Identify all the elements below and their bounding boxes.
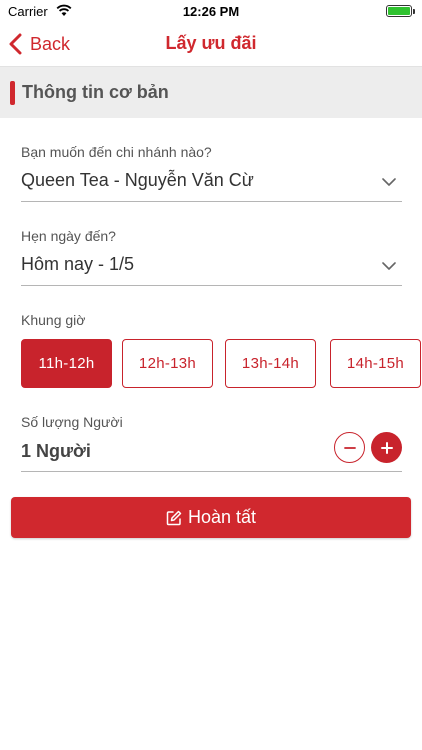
decrease-quantity-button[interactable]	[334, 432, 365, 463]
time-slot-button[interactable]: 14h-15h	[330, 339, 421, 388]
page-title: Lấy ưu đãi	[165, 33, 257, 53]
battery-icon	[386, 5, 415, 17]
branch-select[interactable]: Bạn muốn đến chi nhánh nào? Queen Tea - …	[21, 144, 402, 202]
branch-value: Queen Tea - Nguyễn Văn Cừ	[21, 170, 254, 190]
minus-icon	[343, 446, 356, 449]
navigation-bar: Back Lấy ưu đãi	[0, 22, 422, 66]
time-slot-label: Khung giờ	[21, 312, 86, 328]
status-bar: Carrier 12:26 PM	[0, 0, 422, 22]
time-slot-button[interactable]: 11h-12h	[21, 339, 112, 388]
edit-icon	[166, 510, 182, 525]
chevron-down-icon[interactable]	[382, 262, 396, 271]
complete-button-label: Hoàn tất	[187, 507, 257, 527]
section-accent-bar	[10, 81, 15, 105]
status-time: 12:26 PM	[182, 4, 240, 19]
section-header: Thông tin cơ bản	[0, 66, 422, 118]
chevron-down-icon[interactable]	[382, 178, 396, 187]
time-slot-button[interactable]: 13h-14h	[225, 339, 316, 388]
quantity-value: 1 Người	[21, 441, 91, 461]
plus-icon	[380, 441, 393, 454]
quantity-stepper: 1 Người	[21, 428, 402, 472]
increase-quantity-button[interactable]	[371, 432, 402, 463]
date-label: Hẹn ngày đến?	[21, 228, 116, 244]
date-select[interactable]: Hẹn ngày đến? Hôm nay - 1/5	[21, 228, 402, 286]
section-title: Thông tin cơ bản	[22, 82, 169, 102]
branch-label: Bạn muốn đến chi nhánh nào?	[21, 144, 212, 160]
complete-button[interactable]: Hoàn tất	[11, 497, 411, 538]
time-slot-list: 11h-12h 12h-13h 13h-14h 14h-15h	[21, 339, 422, 389]
time-slot-button[interactable]: 12h-13h	[122, 339, 213, 388]
date-value: Hôm nay - 1/5	[21, 254, 135, 274]
